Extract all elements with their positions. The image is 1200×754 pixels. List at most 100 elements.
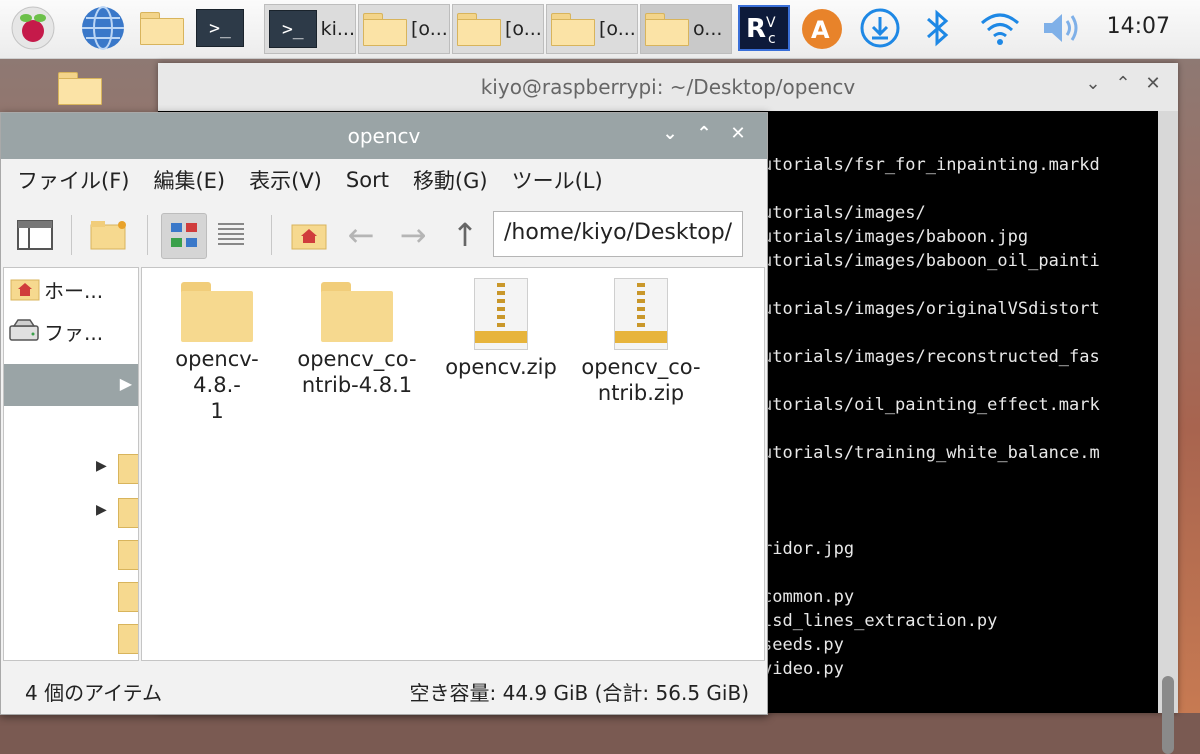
- minimize-button[interactable]: ⌄: [657, 123, 683, 144]
- terminal-line: utorials/images/: [762, 203, 926, 223]
- scrollbar-thumb[interactable]: [1162, 676, 1174, 754]
- tree-folder-icon[interactable]: [118, 454, 138, 484]
- menu-bar: ファイル(F) 編集(E) 表示(V) Sort 移動(G) ツール(L): [1, 159, 767, 201]
- svg-text:c: c: [768, 31, 776, 47]
- tree-expander-icon[interactable]: ▶: [96, 502, 107, 518]
- maximize-button[interactable]: ⌃: [1110, 73, 1136, 94]
- terminal-line: utorials/images/originalVSdistort: [762, 299, 1100, 319]
- sidebar-selected-row[interactable]: ▶: [4, 364, 138, 406]
- music-folder-icon[interactable]: [118, 624, 138, 654]
- sidebar-item-home[interactable]: ホー...: [4, 270, 138, 308]
- download-update-icon[interactable]: [858, 6, 902, 50]
- window-title: opencv: [347, 124, 421, 148]
- sidebar: ホー... ファ... ▶ ▶ ▶: [3, 267, 139, 661]
- terminal-line: ridor.jpg: [762, 539, 855, 559]
- svg-text:R: R: [746, 14, 766, 44]
- minimize-button[interactable]: ⌄: [1080, 73, 1106, 94]
- file-name: opencv.zip: [445, 355, 557, 379]
- terminal-line: utorials/images/baboon_oil_painti: [762, 251, 1100, 271]
- task-folder-1[interactable]: [o...: [358, 4, 450, 54]
- file-name: opencv-4.8.- 1: [175, 347, 259, 423]
- file-manager-launch-icon[interactable]: [140, 6, 184, 50]
- task-folder-active[interactable]: o...: [640, 4, 732, 54]
- desktop-folder-icon[interactable]: [58, 72, 104, 110]
- close-button[interactable]: ✕: [725, 123, 751, 144]
- clock[interactable]: 14:07: [1107, 14, 1170, 39]
- task-folder-3[interactable]: [o...: [546, 4, 638, 54]
- terminal-titlebar[interactable]: kiyo@raspberrypi: ~/Desktop/opencv ⌄ ⌃ ✕: [158, 63, 1178, 111]
- folder-icon: [321, 282, 393, 342]
- task-label: [o...: [411, 18, 448, 40]
- terminal-launch-icon[interactable]: >_: [196, 6, 244, 50]
- input-method-icon[interactable]: A: [798, 6, 846, 50]
- tree-expander-icon[interactable]: ▶: [96, 458, 107, 474]
- file-manager-titlebar[interactable]: opencv ⌄ ⌃ ✕: [1, 113, 767, 159]
- task-label: [o...: [505, 18, 542, 40]
- menu-go[interactable]: 移動(G): [413, 165, 488, 195]
- maximize-button[interactable]: ⌃: [691, 123, 717, 144]
- web-browser-icon[interactable]: [80, 6, 126, 50]
- expand-arrow-icon[interactable]: ▶: [120, 374, 132, 393]
- list-view-button[interactable]: [209, 213, 253, 257]
- taskbar: >_ >_ ki... [o... [o... [o... o... RVc A …: [0, 0, 1200, 59]
- documents-folder-icon[interactable]: [118, 582, 138, 612]
- file-item-opencv-contrib-folder[interactable]: opencv_co-ntrib-4.8.1: [292, 282, 422, 398]
- terminal-line: utorials/images/baboon.jpg: [762, 227, 1029, 247]
- task-label: [o...: [599, 18, 636, 40]
- new-folder-button[interactable]: [87, 213, 131, 257]
- terminal-line: utorials/images/reconstructed_fas: [762, 347, 1100, 367]
- task-folder-2[interactable]: [o...: [452, 4, 544, 54]
- menu-tools[interactable]: ツール(L): [512, 165, 603, 195]
- forward-arrow-icon[interactable]: →: [391, 213, 435, 257]
- wifi-icon[interactable]: [978, 6, 1022, 50]
- sidebar-item-label: ホー...: [44, 278, 104, 303]
- sidebar-item-filesystem[interactable]: ファ...: [4, 312, 138, 350]
- file-manager-window[interactable]: opencv ⌄ ⌃ ✕ ファイル(F) 編集(E) 表示(V) Sort 移動…: [0, 112, 768, 715]
- svg-text:A: A: [811, 16, 830, 44]
- terminal-line: utorials/fsr_for_inpainting.markd: [762, 155, 1100, 175]
- menu-edit[interactable]: 編集(E): [153, 165, 225, 195]
- tree-folder-icon[interactable]: [118, 498, 138, 528]
- item-count: 4 個のアイテム: [25, 680, 163, 705]
- file-name: opencv_co-ntrib.zip: [581, 355, 701, 405]
- terminal-line: lsd_lines_extraction.py: [762, 611, 998, 631]
- downloads-folder-icon[interactable]: [118, 540, 138, 570]
- bluetooth-icon[interactable]: [922, 6, 954, 50]
- svg-text:V: V: [766, 15, 776, 31]
- volume-icon[interactable]: [1038, 6, 1084, 50]
- vnc-icon[interactable]: RVc: [738, 5, 790, 51]
- terminal-line: utorials/oil_painting_effect.mark: [762, 395, 1100, 415]
- terminal-line: utorials/training_white_balance.m: [762, 443, 1100, 463]
- task-label: o...: [693, 18, 723, 40]
- terminal-scrollbar[interactable]: [1158, 111, 1178, 754]
- raspberry-menu-icon[interactable]: [10, 6, 56, 50]
- menu-sort[interactable]: Sort: [346, 168, 389, 192]
- file-item-opencv-contrib-zip[interactable]: opencv_co-ntrib.zip: [576, 278, 706, 406]
- terminal-line: common.py: [762, 587, 855, 607]
- back-arrow-icon[interactable]: ←: [339, 213, 383, 257]
- zip-file-icon: [474, 278, 528, 350]
- menu-view[interactable]: 表示(V): [249, 165, 322, 195]
- close-button[interactable]: ✕: [1140, 73, 1166, 94]
- free-space: 空き容量: 44.9 GiB (合計: 56.5 GiB): [409, 680, 749, 705]
- file-item-opencv-folder[interactable]: opencv-4.8.- 1: [152, 282, 282, 424]
- up-arrow-icon[interactable]: ↑: [443, 213, 487, 257]
- task-label: ki...: [320, 18, 355, 40]
- drive-icon: [9, 319, 39, 341]
- folder-icon: [181, 282, 253, 342]
- file-view[interactable]: opencv-4.8.- 1 opencv_co-ntrib-4.8.1 open…: [141, 267, 765, 661]
- file-item-opencv-zip[interactable]: opencv.zip: [436, 278, 566, 380]
- task-terminal[interactable]: >_ ki...: [264, 4, 356, 54]
- home-folder-button[interactable]: [287, 213, 331, 257]
- file-name: opencv_co-ntrib-4.8.1: [297, 347, 417, 397]
- icon-view-button[interactable]: [161, 213, 207, 259]
- sidebar-item-label: ファ...: [44, 320, 104, 345]
- menu-file[interactable]: ファイル(F): [17, 165, 129, 195]
- zip-file-icon: [614, 278, 668, 350]
- path-input[interactable]: /home/kiyo/Desktop/: [493, 211, 743, 257]
- home-folder-icon: [10, 279, 40, 301]
- new-window-button[interactable]: [13, 213, 57, 257]
- terminal-line: seeds.py: [762, 635, 844, 655]
- terminal-title: kiyo@raspberrypi: ~/Desktop/opencv: [480, 75, 856, 99]
- terminal-line: video.py: [762, 659, 844, 679]
